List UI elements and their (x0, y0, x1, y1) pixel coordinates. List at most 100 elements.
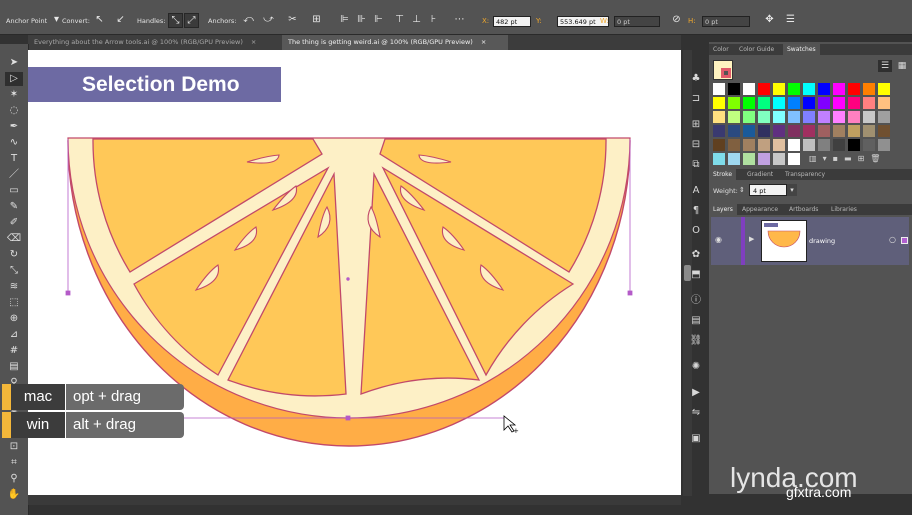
perspective-grid-icon[interactable]: ⊿ (5, 328, 23, 342)
swatch[interactable] (833, 125, 845, 137)
swatch[interactable] (713, 83, 725, 95)
tab-arrow-tools[interactable]: Everything about the Arrow tools.ai @ 10… (28, 35, 282, 50)
pathfinder-icon[interactable]: ⧉ (687, 158, 705, 172)
swatch[interactable] (803, 83, 815, 95)
swatch[interactable] (878, 125, 890, 137)
info-icon[interactable]: ⓘ (687, 294, 705, 308)
rectangle-tool-icon[interactable]: ▭ (5, 184, 23, 198)
paintbrush-icon[interactable]: ✎ (5, 200, 23, 214)
swatch[interactable] (878, 111, 890, 123)
free-transform-icon[interactable]: ⬚ (5, 296, 23, 310)
library-icon[interactable]: ▥ (809, 154, 823, 163)
swatch[interactable] (878, 83, 890, 95)
artboard-tool-icon[interactable]: ⊡ (5, 440, 23, 454)
align-top-icon[interactable]: ⊤ (393, 13, 406, 26)
grid-view-icon[interactable]: ▦ (895, 60, 909, 72)
weight-stepper[interactable]: ⇕ (739, 184, 747, 196)
swatch[interactable] (758, 125, 770, 137)
actions-icon[interactable]: ▶ (687, 386, 705, 400)
hand-tool-icon[interactable]: ✋ (5, 488, 23, 502)
selection-tool-icon[interactable]: ➤ (5, 56, 23, 70)
cut-path-icon[interactable]: ✂ (286, 13, 299, 26)
swatch[interactable] (758, 139, 770, 151)
swatch[interactable] (758, 111, 770, 123)
swatch[interactable] (728, 83, 740, 95)
export-icon[interactable]: ⇋ (687, 406, 705, 420)
swatch[interactable] (728, 153, 740, 165)
swatch[interactable] (848, 97, 860, 109)
swatch[interactable] (728, 139, 740, 151)
swatch[interactable] (803, 97, 815, 109)
place-icon[interactable]: ⊐ (687, 92, 705, 106)
horizontal-scrollbar[interactable] (28, 495, 681, 505)
swatch[interactable] (758, 97, 770, 109)
selection-indicator[interactable] (901, 237, 908, 244)
h-field[interactable]: 0 pt (702, 16, 750, 27)
swatch[interactable] (788, 153, 800, 165)
align-right-icon[interactable]: ⊩ (372, 13, 385, 26)
swatch[interactable] (863, 83, 875, 95)
swatch[interactable] (728, 97, 740, 109)
isolate-icon[interactable]: ⊞ (310, 13, 323, 26)
close-icon[interactable]: × (481, 38, 486, 46)
swatch[interactable] (833, 139, 845, 151)
zoom-tool-icon[interactable]: ⚲ (5, 472, 23, 486)
tab-appearance[interactable]: Appearance (738, 204, 782, 215)
tab-libraries[interactable]: Libraries (827, 204, 861, 215)
symbols-icon[interactable]: ♣ (687, 72, 705, 86)
swatch[interactable] (728, 111, 740, 123)
swatch[interactable] (788, 125, 800, 137)
swatch[interactable] (803, 139, 815, 151)
swatch[interactable] (743, 125, 755, 137)
swatch-grid[interactable] (713, 83, 897, 165)
gradient-tool-icon[interactable]: ▤ (5, 360, 23, 374)
new-group-icon[interactable]: ▬ (844, 154, 858, 163)
options-icon[interactable]: ▪ (833, 154, 844, 163)
visibility-eye-icon[interactable]: ◉ (715, 235, 722, 244)
tab-gradient[interactable]: Gradient (743, 169, 777, 180)
w-field[interactable]: 0 pt (614, 16, 660, 27)
tab-layers[interactable]: Layers (709, 204, 737, 215)
swatch[interactable] (788, 83, 800, 95)
swatch[interactable] (773, 153, 785, 165)
tab-transparency[interactable]: Transparency (781, 169, 829, 180)
swatch[interactable] (818, 83, 830, 95)
shaper-tool-icon[interactable]: ✐ (5, 216, 23, 230)
expand-triangle-icon[interactable]: ▶ (749, 235, 754, 243)
swatch[interactable] (863, 125, 875, 137)
swatch[interactable] (848, 111, 860, 123)
swatch[interactable] (713, 139, 725, 151)
character-icon[interactable]: A (687, 184, 705, 198)
convert-smooth-icon[interactable]: ↙ (114, 13, 127, 26)
rotate-tool-icon[interactable]: ↻ (5, 248, 23, 262)
swatch[interactable] (713, 153, 725, 165)
close-icon[interactable]: × (251, 38, 256, 46)
swatch[interactable] (803, 111, 815, 123)
mesh-tool-icon[interactable]: # (5, 344, 23, 358)
target-icon[interactable]: ○ (889, 235, 896, 244)
transform-icon[interactable]: ✥ (763, 13, 776, 26)
swatch[interactable] (863, 111, 875, 123)
tab-swatches[interactable]: Swatches (783, 44, 820, 55)
remove-anchor-icon[interactable]: ⤺ (242, 13, 255, 26)
document-info-icon[interactable]: ▤ (687, 314, 705, 328)
align-bottom-icon[interactable]: ⊦ (427, 13, 440, 26)
show-kinds-icon[interactable]: ▾ (823, 154, 833, 163)
brushes-icon[interactable]: ✿ (687, 248, 705, 262)
list-view-icon[interactable]: ☰ (878, 60, 892, 72)
swatch[interactable] (803, 125, 815, 137)
swatch[interactable] (773, 111, 785, 123)
type-tool-icon[interactable]: T (5, 152, 23, 166)
graphic-styles-icon[interactable]: ⬒ (687, 268, 705, 282)
delete-icon[interactable]: 🗑 (870, 154, 886, 163)
transform-panel-icon[interactable]: ⊞ (687, 118, 705, 132)
options-icon[interactable]: ☰ (784, 13, 797, 26)
swatch[interactable] (788, 97, 800, 109)
swatch[interactable] (818, 139, 830, 151)
convert-corner-icon[interactable]: ↖ (93, 13, 106, 26)
swatch[interactable] (833, 111, 845, 123)
swatch[interactable] (833, 83, 845, 95)
swatch[interactable] (863, 139, 875, 151)
links-icon[interactable]: ⛓ (687, 334, 705, 348)
show-handles-icon[interactable]: ⤡ (168, 13, 183, 28)
